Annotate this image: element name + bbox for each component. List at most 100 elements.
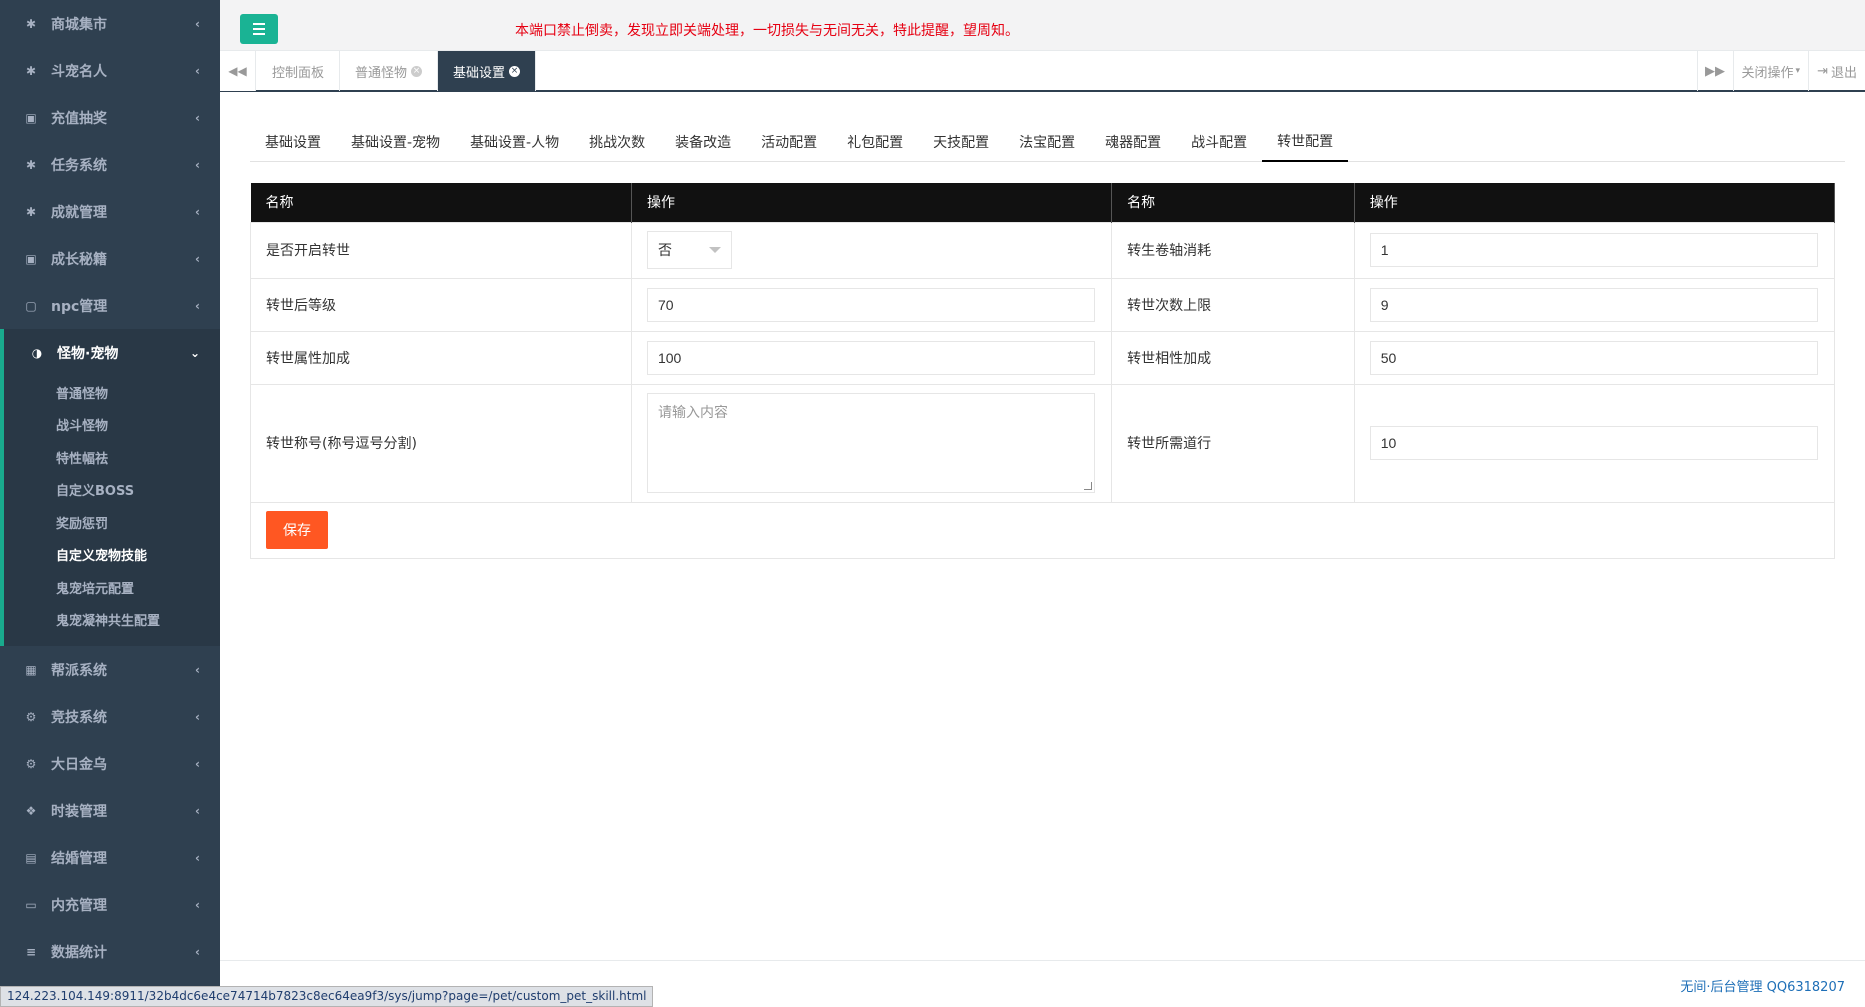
config-tab[interactable]: 战斗配置 xyxy=(1176,122,1262,162)
sidebar-subitem[interactable]: 战斗怪物 xyxy=(4,409,220,442)
chevron-left-icon: ‹ xyxy=(195,944,200,959)
sidebar-item[interactable]: ▦ 帮派系统 ‹ xyxy=(0,646,220,693)
sidebar-item[interactable]: ⚙ 竞技系统 ‹ xyxy=(0,693,220,740)
enable-reincarnation-select[interactable]: 否 xyxy=(646,231,732,269)
sidebar-item[interactable]: ✱ 任务系统 ‹ xyxy=(0,141,220,188)
sidebar-subitem[interactable]: 自定义BOSS xyxy=(4,474,220,507)
square-icon: ▢ xyxy=(25,298,37,313)
table-icon: ▦ xyxy=(25,662,37,677)
sidebar-item[interactable]: ✱ 成就管理 ‹ xyxy=(0,188,220,235)
sidebar-item[interactable]: ❖ 时装管理 ‹ xyxy=(0,787,220,834)
resize-handle[interactable] xyxy=(1083,482,1092,490)
close-operations-dropdown[interactable]: 关闭操作 ▾ xyxy=(1732,51,1809,91)
chevron-left-icon: ‹ xyxy=(195,662,200,677)
sidebar-item-label: 时装管理 xyxy=(51,803,107,820)
book-icon: ▤ xyxy=(25,850,37,865)
field-label: 是否开启转世 xyxy=(250,221,632,279)
config-tab[interactable]: 装备改造 xyxy=(660,122,746,162)
chevron-left-icon: ‹ xyxy=(195,251,200,266)
adjust-icon: ◑ xyxy=(31,345,43,360)
reincarnation-config-table: 名称 操作 名称 操作 是否开启转世 否 转生卷轴消耗 1 转世后等级 70 转… xyxy=(250,183,1836,559)
field-label: 转生卷轴消耗 xyxy=(1111,221,1355,279)
field-label: 转世次数上限 xyxy=(1111,277,1355,332)
config-tabs: 基础设置 基础设置-宠物 基础设置-人物 挑战次数 装备改造 活动配置 礼包配置 天技配置 法宝… xyxy=(250,122,1845,162)
page-tab[interactable]: 普通怪物 × xyxy=(340,51,439,91)
menu-toggle-button[interactable] xyxy=(240,14,278,44)
sidebar-subitem[interactable]: 特性幅祛 xyxy=(4,441,220,474)
money-icon: ▣ xyxy=(25,251,37,266)
sidebar-subitem[interactable]: 鬼宠培元配置 xyxy=(4,571,220,604)
main-content: 基础设置 基础设置-宠物 基础设置-人物 挑战次数 装备改造 活动配置 礼包配置 天技配置 法宝… xyxy=(220,92,1865,960)
footer-text: 无间·后台管理 QQ6318207 xyxy=(1680,980,1845,995)
close-icon[interactable]: × xyxy=(509,65,521,77)
field-label: 转世后等级 xyxy=(250,277,632,332)
sidebar-item[interactable]: ▢ npc管理 ‹ xyxy=(0,282,220,329)
status-bar-url: 124.223.104.149:8911/32b4dc6e4ce74714b78… xyxy=(0,986,654,1007)
caret-down-icon: ▾ xyxy=(1795,66,1801,76)
sidebar-item[interactable]: ▣ 成长秘籍 ‹ xyxy=(0,235,220,282)
config-tab[interactable]: 挑战次数 xyxy=(574,122,660,162)
affinity-bonus-input[interactable]: 50 xyxy=(1369,340,1818,375)
sidebar: ✱ 商城集市 ‹ ✱ 斗宠名人 ‹ ▣ 充值抽奖 ‹ ✱ 任务系统 ‹ ✱ 成就管理 ‹ ▣ 成长秘籍 ‹ ▢ npc… xyxy=(0,0,220,1007)
sidebar-item-label: 任务系统 xyxy=(51,157,107,174)
attribute-bonus-input[interactable]: 100 xyxy=(646,340,1095,375)
database-icon: ≡ xyxy=(25,944,37,959)
tab-scroll-left-button[interactable]: ◀◀ xyxy=(220,51,256,91)
config-tab[interactable]: 礼包配置 xyxy=(832,122,918,162)
sign-out-icon: ⇥ xyxy=(1817,63,1828,79)
chevron-left-icon: ‹ xyxy=(195,204,200,219)
page-tab[interactable]: 控制面板 xyxy=(257,51,341,91)
sidebar-item[interactable]: ⚙ 大日金乌 ‹ xyxy=(0,740,220,787)
gear-icon: ✱ xyxy=(25,63,37,78)
page-tab[interactable]: 基础设置 × xyxy=(438,51,537,91)
sidebar-item-label: 内充管理 xyxy=(51,897,107,914)
sidebar-item[interactable]: ▭ 内充管理 ‹ xyxy=(0,881,220,928)
save-button[interactable]: 保存 xyxy=(266,511,328,549)
sidebar-subitem[interactable]: 普通怪物 xyxy=(4,376,220,409)
level-after-input[interactable]: 70 xyxy=(646,287,1095,322)
caret-down-icon xyxy=(708,247,721,253)
config-tab[interactable]: 基础设置 xyxy=(250,122,336,162)
column-header: 名称 xyxy=(1111,183,1355,222)
sidebar-item[interactable]: ≡ 数据统计 ‹ xyxy=(0,928,220,975)
chevron-left-icon: ‹ xyxy=(195,803,200,818)
max-times-input[interactable]: 9 xyxy=(1369,287,1818,322)
logout-button[interactable]: ⇥ 退出 xyxy=(1808,51,1865,91)
gears-icon: ⚙ xyxy=(25,709,37,724)
hamburger-icon xyxy=(253,23,265,25)
chevron-left-icon: ‹ xyxy=(195,157,200,172)
title-textarea[interactable]: 请输入内容 xyxy=(646,393,1095,493)
top-navbar: 本端口禁止倒卖，发现立即关端处理，一切损失与无间无关，特此提醒，望周知。 xyxy=(220,0,1865,50)
config-tab[interactable]: 转世配置 xyxy=(1262,122,1349,162)
tab-scroll-right-button[interactable]: ▶▶ xyxy=(1696,51,1733,91)
table-header-row: 名称 操作 名称 操作 xyxy=(250,183,1836,222)
backward-icon: ◀◀ xyxy=(228,64,247,78)
config-tab[interactable]: 天技配置 xyxy=(918,122,1004,162)
sidebar-item-monster-pet[interactable]: ◑ 怪物·宠物 ⌄ xyxy=(0,329,220,376)
table-row: 转世后等级 70 转世次数上限 9 xyxy=(250,277,1836,332)
sidebar-item[interactable]: ✱ 斗宠名人 ‹ xyxy=(0,47,220,94)
config-tab[interactable]: 活动配置 xyxy=(746,122,832,162)
close-icon[interactable]: × xyxy=(411,65,423,77)
chevron-left-icon: ‹ xyxy=(195,63,200,78)
chevron-down-icon: ⌄ xyxy=(189,345,200,360)
config-tab[interactable]: 基础设置-人物 xyxy=(455,122,574,162)
sidebar-item[interactable]: ▣ 充值抽奖 ‹ xyxy=(0,94,220,141)
config-tab[interactable]: 基础设置-宠物 xyxy=(336,122,455,162)
sidebar-item-label: 充值抽奖 xyxy=(51,110,107,127)
required-dao-input[interactable]: 10 xyxy=(1369,426,1818,460)
table-row: 保存 xyxy=(250,501,1835,559)
field-label: 转世相性加成 xyxy=(1111,330,1355,385)
sidebar-item[interactable]: ▤ 结婚管理 ‹ xyxy=(0,834,220,881)
sidebar-item-label: 大日金乌 xyxy=(51,756,107,773)
chevron-left-icon: ‹ xyxy=(195,897,200,912)
sidebar-item[interactable]: ✱ 商城集市 ‹ xyxy=(0,0,220,47)
sidebar-subitem[interactable]: 鬼宠凝神共生配置 xyxy=(4,604,220,637)
field-label: 转世称号(称号逗号分割) xyxy=(250,383,632,503)
sidebar-subitem[interactable]: 自定义宠物技能 xyxy=(4,539,220,572)
chevron-left-icon: ‹ xyxy=(195,709,200,724)
scroll-cost-input[interactable]: 1 xyxy=(1369,233,1818,267)
config-tab[interactable]: 法宝配置 xyxy=(1004,122,1090,162)
config-tab[interactable]: 魂器配置 xyxy=(1090,122,1176,162)
sidebar-subitem[interactable]: 奖励惩罚 xyxy=(4,506,220,539)
